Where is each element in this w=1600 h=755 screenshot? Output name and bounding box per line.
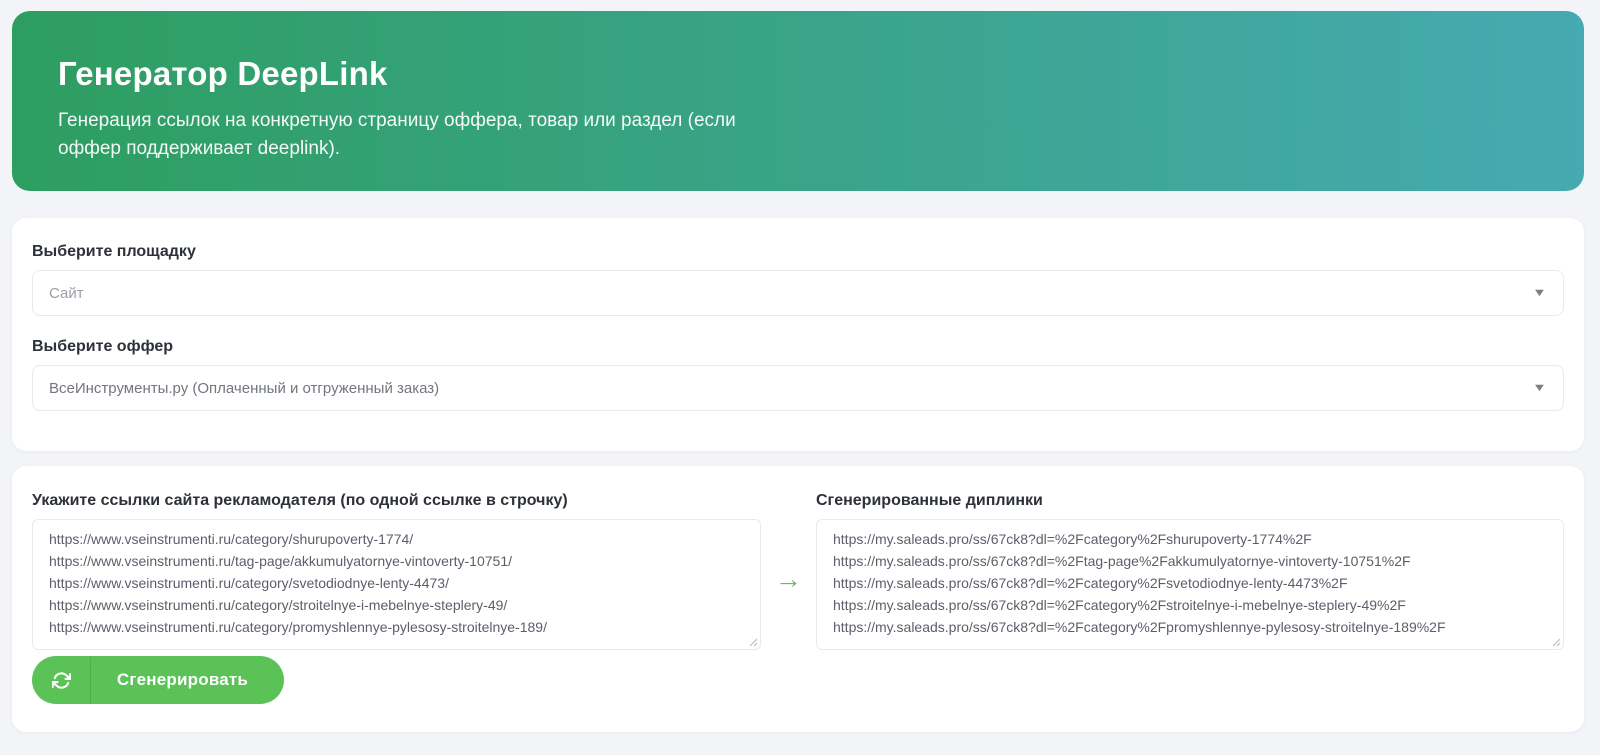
- offer-select-value: ВсеИнструменты.ру (Оплаченный и отгружен…: [49, 379, 440, 397]
- platform-label: Выберите площадку: [32, 243, 196, 260]
- offer-field: Выберите оффер ВсеИнструменты.ру (Оплаче…: [32, 338, 1564, 411]
- banner: Генератор DeepLink Генерация ссылок на к…: [12, 11, 1584, 191]
- result-links-column: Сгенерированные диплинки https://my.sale…: [816, 492, 1564, 650]
- platform-field: Выберите площадку Сайт ▼: [32, 243, 1564, 316]
- resize-handle[interactable]: [1550, 636, 1561, 647]
- source-links-column: Укажите ссылки сайта рекламодателя (по о…: [32, 492, 761, 650]
- generate-button-label: Сгенерировать: [116, 670, 249, 689]
- generator-grid: Укажите ссылки сайта рекламодателя (по о…: [32, 492, 1564, 650]
- result-links-label: Сгенерированные диплинки: [816, 492, 1043, 509]
- chevron-down-icon: ▼: [1532, 381, 1547, 394]
- generator-card: Укажите ссылки сайта рекламодателя (по о…: [12, 466, 1584, 732]
- platform-select-value: Сайт: [49, 284, 84, 302]
- refresh-icon: [32, 671, 90, 690]
- chevron-down-icon: ▼: [1532, 286, 1547, 299]
- arrow-right-icon: →: [775, 564, 802, 594]
- offer-selection-card: Выберите площадку Сайт ▼ Выберите оффер …: [12, 218, 1584, 451]
- source-links-textarea[interactable]: https://www.vseinstrumenti.ru/category/s…: [32, 519, 761, 650]
- result-links-wrapper: https://my.saleads.pro/ss/67ck8?dl=%2Fca…: [816, 519, 1564, 650]
- resize-handle[interactable]: [747, 636, 758, 647]
- generate-button[interactable]: Сгенерировать: [32, 656, 284, 704]
- page-subtitle: Генерация ссылок на конкретную страницу …: [58, 110, 736, 159]
- offer-select[interactable]: ВсеИнструменты.ру (Оплаченный и отгружен…: [32, 365, 1564, 411]
- platform-select[interactable]: Сайт ▼: [32, 270, 1564, 316]
- source-links-label: Укажите ссылки сайта рекламодателя (по о…: [32, 492, 568, 509]
- source-links-wrapper: https://www.vseinstrumenti.ru/category/s…: [32, 519, 761, 650]
- result-links-textarea[interactable]: https://my.saleads.pro/ss/67ck8?dl=%2Fca…: [816, 519, 1564, 650]
- deeplink-generator-page: Генератор DeepLink Генерация ссылок на к…: [0, 0, 1600, 732]
- offer-label: Выберите оффер: [32, 338, 174, 355]
- page-title: Генератор DeepLink: [58, 55, 388, 92]
